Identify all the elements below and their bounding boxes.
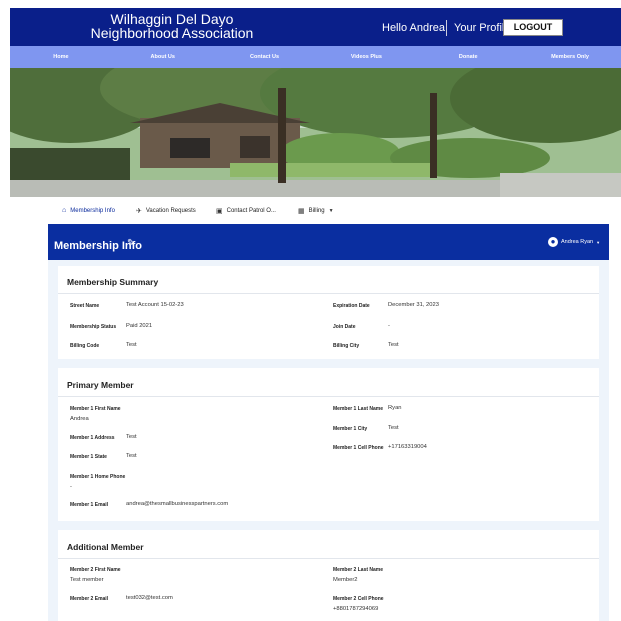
billing-code-label: Billing Code bbox=[70, 343, 100, 349]
edit-icon[interactable]: ✎ bbox=[127, 238, 135, 249]
member1-last-name-value: Ryan bbox=[388, 405, 402, 411]
member2-cell-phone-label: Member 2 Cell Phone bbox=[333, 596, 384, 602]
member1-cell-phone-value: +17163319004 bbox=[388, 444, 427, 450]
member1-last-name-label: Member 1 Last Name bbox=[333, 406, 384, 412]
member1-home-phone-value: - bbox=[70, 484, 72, 490]
user-menu[interactable]: ● Andrea Ryan ▼ bbox=[548, 237, 600, 247]
header-divider bbox=[446, 20, 447, 36]
member1-address-value: Test bbox=[126, 434, 137, 440]
billing-city-label: Billing City bbox=[333, 343, 360, 349]
join-date-label: Join Date bbox=[333, 324, 356, 330]
join-date-value: - bbox=[388, 323, 390, 329]
member1-address-label: Member 1 Address bbox=[70, 435, 115, 441]
hero-image bbox=[10, 68, 621, 197]
nav-donate[interactable]: Donate bbox=[417, 46, 519, 68]
tab-membership-info[interactable]: ⌂ Membership Info bbox=[62, 207, 115, 214]
membership-summary-card: Membership Summary Street Name Test Acco… bbox=[58, 266, 599, 359]
billing-code-value: Test bbox=[126, 342, 137, 348]
member1-email-label: Member 1 Email bbox=[70, 502, 109, 508]
member1-city-label: Member 1 City bbox=[333, 426, 368, 432]
greeting: Hello Andrea bbox=[382, 22, 445, 34]
tab-contact-patrol[interactable]: ▣ Contact Patrol O... bbox=[216, 207, 276, 215]
tab-vacation-requests[interactable]: ✈ Vacation Requests bbox=[136, 207, 196, 215]
caret-down-icon: ▼ bbox=[596, 239, 601, 245]
street-name-label: Street Name bbox=[70, 303, 100, 309]
caret-down-icon: ▼ bbox=[328, 208, 334, 214]
additional-member-card: Additional Member Member 2 First Name Te… bbox=[58, 530, 599, 621]
main-nav: Home About Us Contact Us Videos Plus Don… bbox=[10, 46, 621, 68]
membership-status-label: Membership Status bbox=[70, 324, 117, 330]
nav-members-only[interactable]: Members Only bbox=[519, 46, 621, 68]
nav-about-us[interactable]: About Us bbox=[112, 46, 214, 68]
your-profile-link[interactable]: Your Profile bbox=[454, 22, 510, 34]
neighborhood-photo bbox=[10, 68, 621, 197]
member1-cell-phone-label: Member 1 Cell Phone bbox=[333, 445, 384, 451]
divider bbox=[58, 293, 599, 294]
street-name-value: Test Account 15-02-23 bbox=[126, 302, 184, 308]
user-name: Andrea Ryan bbox=[561, 239, 594, 245]
member2-first-name-label: Member 2 First Name bbox=[70, 567, 121, 573]
member1-state-label: Member 1 State bbox=[70, 454, 107, 460]
tab-membership-info-label: Membership Info bbox=[70, 207, 115, 214]
member1-home-phone-label: Member 1 Home Phone bbox=[70, 474, 126, 480]
expiration-date-value: December 31, 2023 bbox=[388, 302, 439, 308]
tab-billing[interactable]: ▦ Billing ▼ bbox=[298, 207, 334, 215]
tab-billing-label: Billing bbox=[308, 208, 325, 214]
user-avatar-icon: ● bbox=[548, 237, 558, 247]
additional-member-heading: Additional Member bbox=[67, 542, 144, 552]
member2-first-name-value: Test member bbox=[70, 577, 104, 583]
site-title-line1: Wilhaggin Del Dayo bbox=[110, 11, 234, 27]
member1-first-name-label: Member 1 First Name bbox=[70, 406, 121, 412]
member2-email-label: Member 2 Email bbox=[70, 596, 109, 602]
divider bbox=[58, 558, 599, 559]
logout-button[interactable]: LOGOUT bbox=[503, 19, 563, 36]
divider bbox=[58, 396, 599, 397]
nav-contact-us[interactable]: Contact Us bbox=[214, 46, 316, 68]
member1-state-value: Test bbox=[126, 453, 137, 459]
member2-email-value: test032@test.com bbox=[126, 595, 173, 601]
plane-icon: ✈ bbox=[136, 208, 142, 215]
member2-last-name-value: Member2 bbox=[333, 577, 358, 583]
member2-cell-phone-value: +8801787294069 bbox=[333, 606, 379, 612]
billing-city-value: Test bbox=[388, 342, 399, 348]
site-title-line2: Neighborhood Association bbox=[90, 25, 254, 41]
membership-content: Membership Summary Street Name Test Acco… bbox=[48, 260, 609, 621]
member2-last-name-label: Member 2 Last Name bbox=[333, 567, 384, 573]
nav-videos-plus[interactable]: Videos Plus bbox=[315, 46, 417, 68]
membership-header: Membership Info ✎ ● Andrea Ryan ▼ bbox=[48, 224, 609, 260]
site-title[interactable]: Wilhaggin Del Dayo Neighborhood Associat… bbox=[72, 12, 272, 40]
member1-city-value: Test bbox=[388, 425, 399, 431]
nav-home[interactable]: Home bbox=[10, 46, 112, 68]
calculator-icon: ▦ bbox=[298, 208, 305, 215]
member1-first-name-value: Andrea bbox=[70, 416, 89, 422]
tab-contact-patrol-label: Contact Patrol O... bbox=[226, 208, 276, 214]
expiration-date-label: Expiration Date bbox=[333, 303, 370, 309]
home-icon: ⌂ bbox=[62, 207, 67, 214]
primary-member-card: Primary Member Member 1 First Name Andre… bbox=[58, 368, 599, 521]
primary-member-heading: Primary Member bbox=[67, 380, 134, 390]
membership-status-value: Paid 2021 bbox=[126, 323, 153, 329]
member1-email-value: andrea@thesmallbusinesspartners.com bbox=[126, 501, 229, 507]
member-tabs: ⌂ Membership Info ✈ Vacation Requests ▣ … bbox=[56, 201, 606, 224]
membership-summary-heading: Membership Summary bbox=[67, 277, 159, 287]
tab-vacation-requests-label: Vacation Requests bbox=[145, 208, 196, 214]
contact-card-icon: ▣ bbox=[216, 208, 223, 215]
site-header: Wilhaggin Del Dayo Neighborhood Associat… bbox=[10, 8, 621, 46]
